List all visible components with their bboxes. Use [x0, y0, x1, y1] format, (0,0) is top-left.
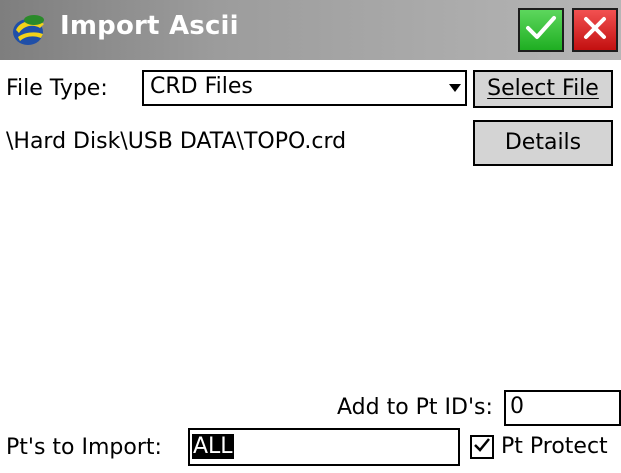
file-type-select[interactable]: CRD Files	[142, 70, 467, 106]
close-icon	[582, 15, 608, 45]
app-logo-icon	[10, 10, 50, 50]
details-button[interactable]: Details	[473, 120, 613, 166]
window-title: Import Ascii	[60, 11, 239, 41]
checkbox-check-icon	[473, 437, 491, 457]
pt-protect-checkbox[interactable]	[470, 435, 494, 459]
pts-to-import-label: Pt's to Import:	[6, 435, 162, 460]
add-to-pt-ids-input[interactable]: 0	[504, 390, 621, 426]
file-type-label: File Type:	[6, 76, 108, 101]
add-to-pt-ids-value: 0	[510, 394, 524, 419]
pt-protect-label: Pt Protect	[501, 434, 608, 459]
select-file-label: Select File	[487, 76, 599, 101]
title-bar: Import Ascii	[0, 0, 621, 60]
add-to-pt-ids-label: Add to Pt ID's:	[337, 395, 493, 420]
dropdown-arrow-icon	[449, 84, 461, 92]
pts-to-import-value: ALL	[192, 434, 234, 459]
file-path: \Hard Disk\USB DATA\TOPO.crd	[6, 129, 347, 154]
ok-button[interactable]	[518, 8, 564, 52]
cancel-button[interactable]	[572, 8, 618, 52]
checkmark-icon	[525, 14, 557, 46]
select-file-button[interactable]: Select File	[473, 70, 613, 108]
pts-to-import-input[interactable]: ALL	[188, 428, 460, 466]
file-type-value: CRD Files	[150, 74, 253, 99]
details-label: Details	[504, 130, 582, 155]
